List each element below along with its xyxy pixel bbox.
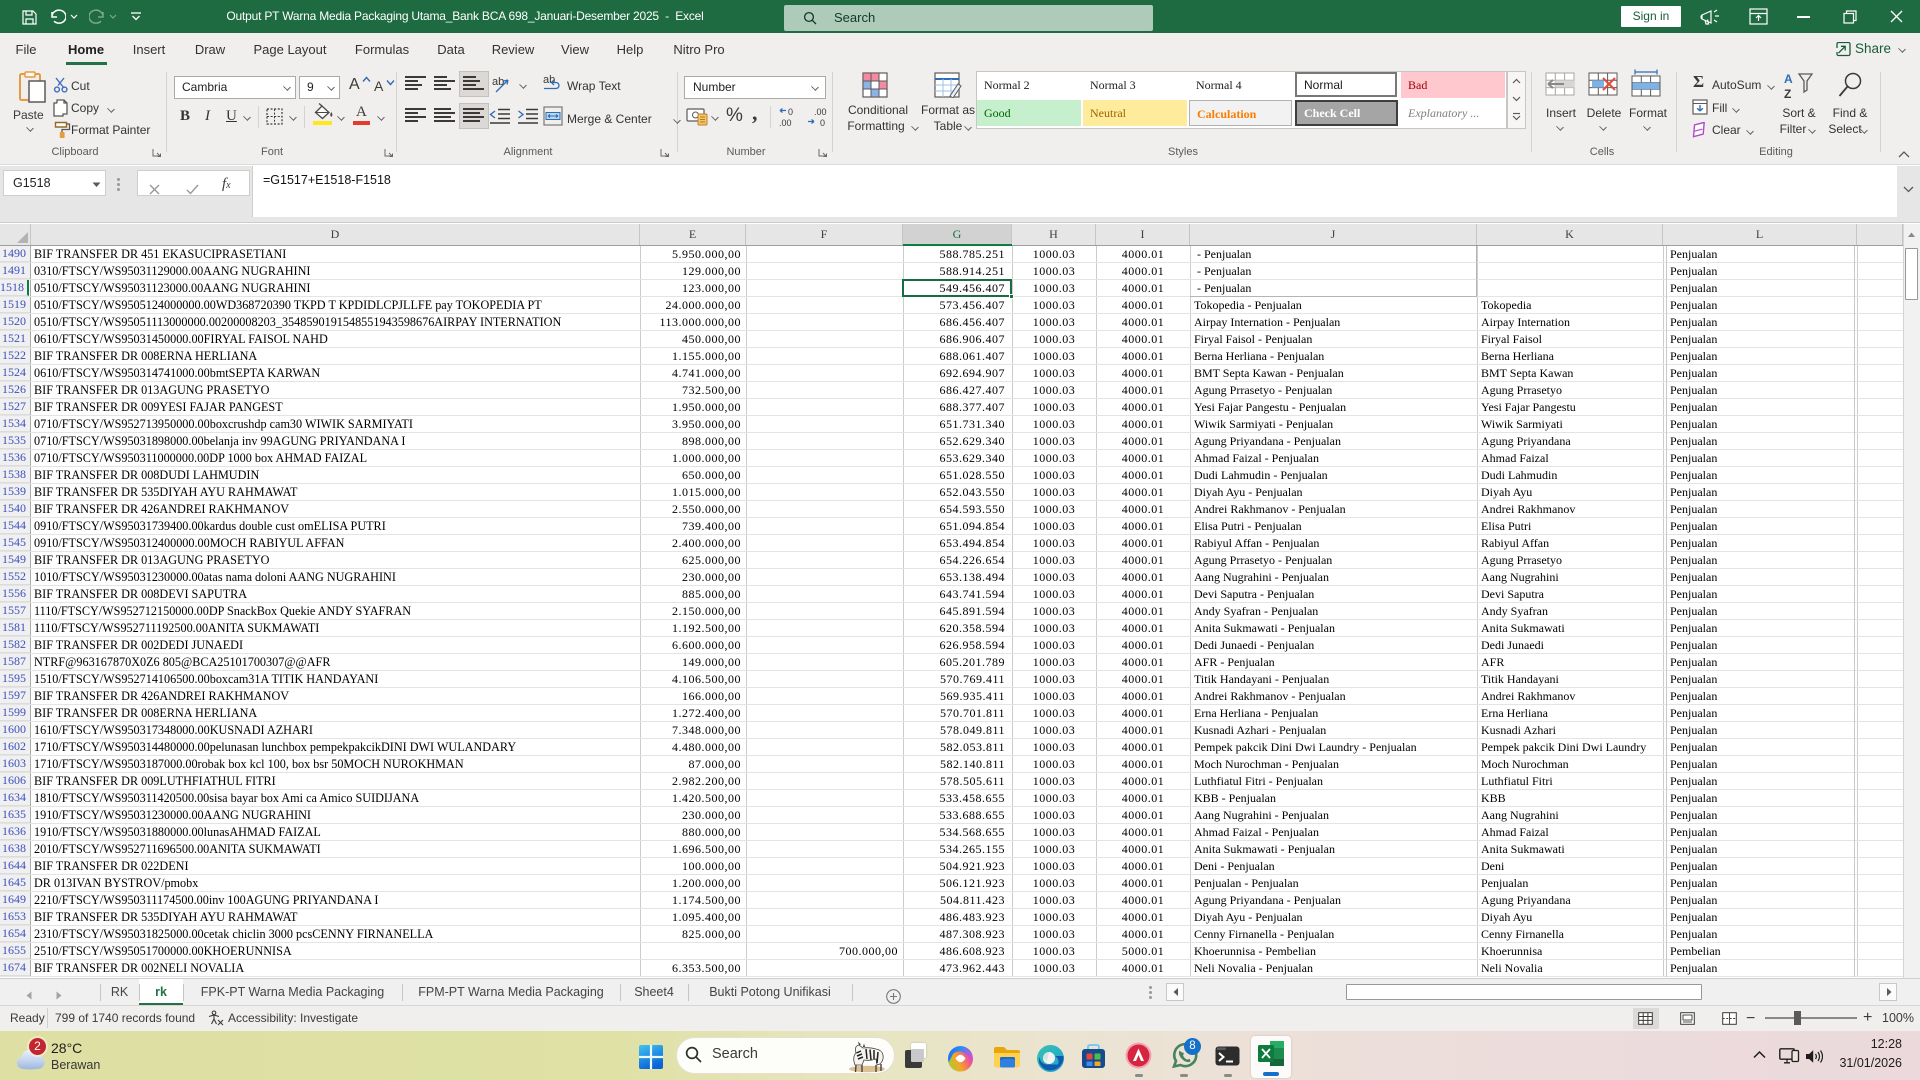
svg-text:0: 0 [820,118,825,128]
svg-text:.00: .00 [779,118,792,128]
svg-text:A: A [1784,72,1793,86]
svg-text:.00: .00 [814,107,827,117]
svg-text:0: 0 [788,107,793,117]
svg-text:Z: Z [1784,87,1791,101]
